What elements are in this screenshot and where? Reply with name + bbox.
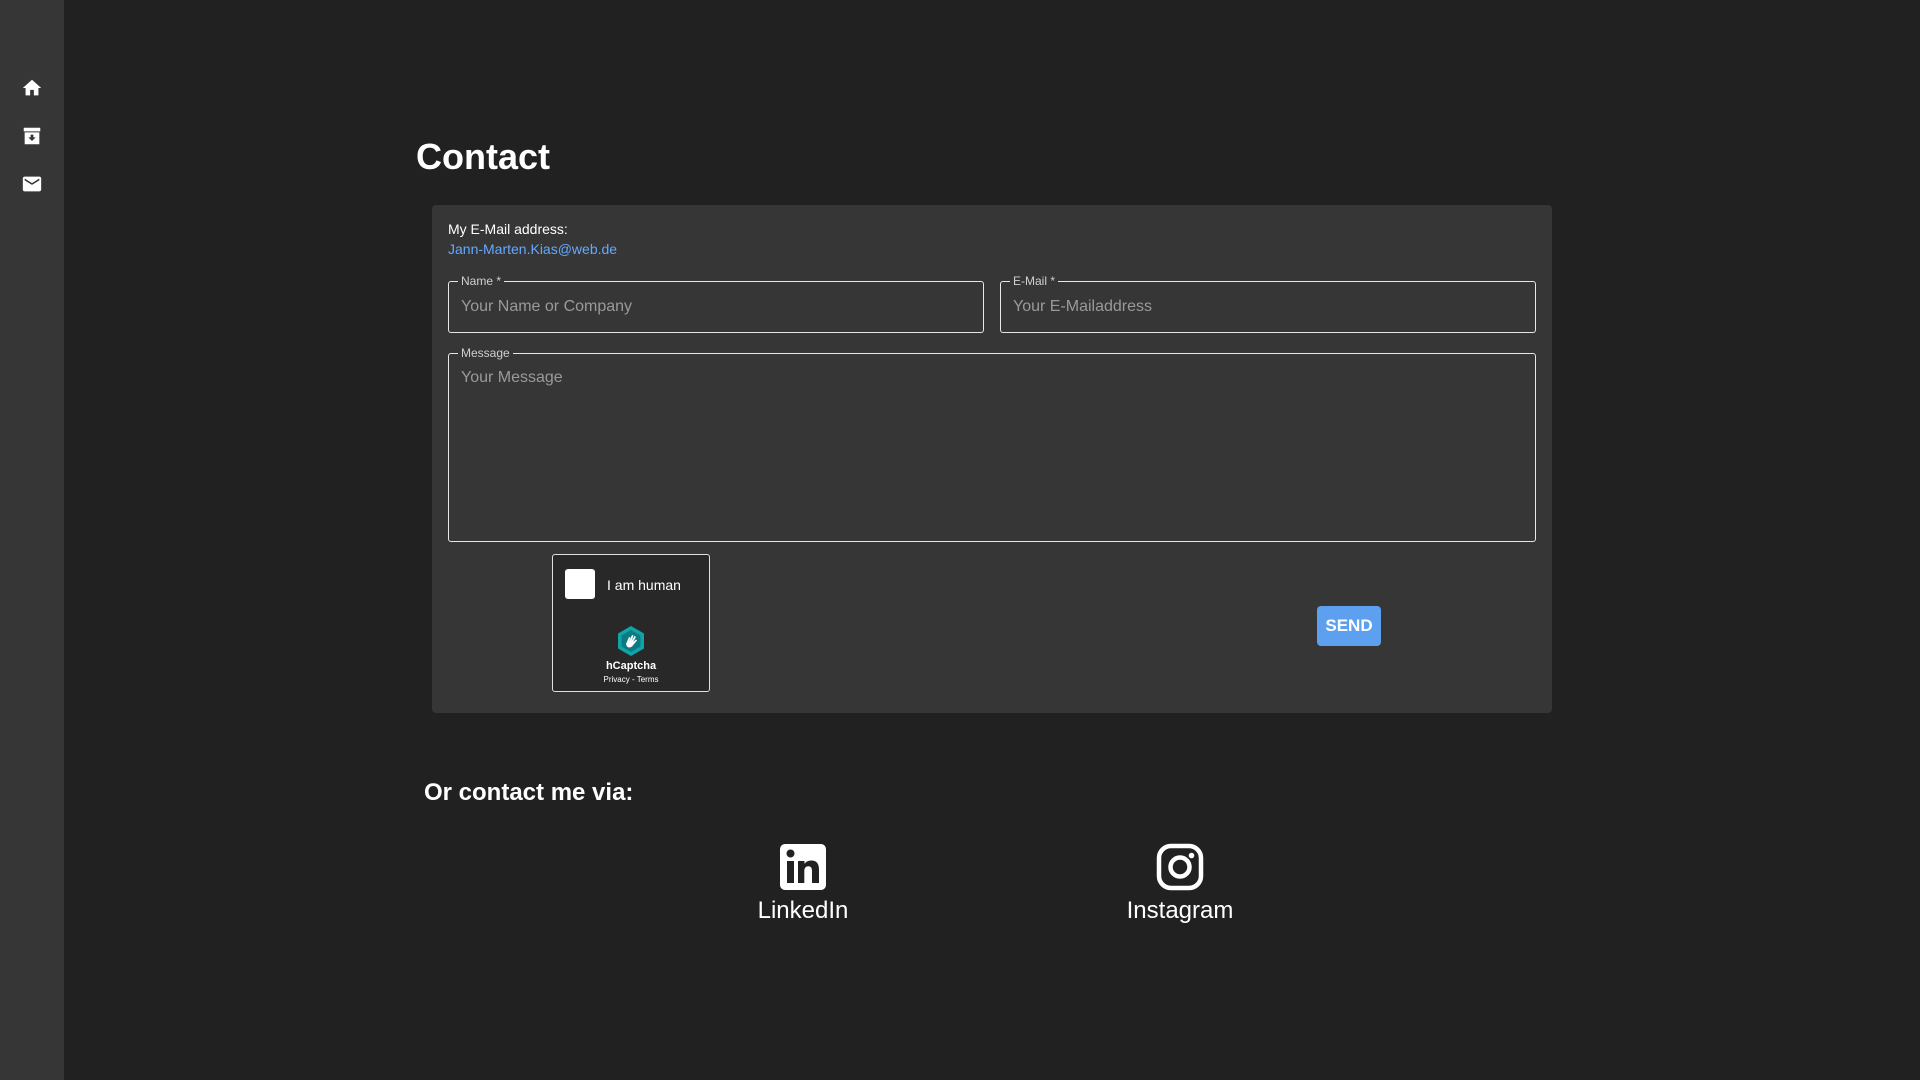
email-input[interactable] — [1013, 287, 1523, 327]
linkedin-icon — [780, 844, 826, 890]
email-field-label: E-Mail * — [1013, 274, 1056, 288]
home-icon[interactable] — [20, 76, 44, 100]
captcha-privacy-link[interactable]: Privacy — [604, 675, 630, 684]
email-address-label: My E-Mail address: — [448, 221, 568, 237]
hcaptcha-logo-icon — [618, 626, 644, 656]
instagram-icon — [1156, 843, 1204, 891]
name-input[interactable] — [461, 287, 971, 327]
linkedin-label: LinkedIn — [757, 897, 849, 924]
instagram-link[interactable]: Instagram — [1119, 843, 1241, 925]
email-field: E-Mail * — [1000, 275, 1536, 333]
send-button[interactable]: SEND — [1317, 606, 1381, 646]
sidebar — [0, 0, 64, 1080]
linkedin-link[interactable]: LinkedIn — [755, 843, 851, 925]
email-address-link[interactable]: Jann-Marten.Kias@web.de — [448, 241, 617, 257]
instagram-label: Instagram — [1126, 897, 1234, 924]
captcha-brand: hCaptcha — [605, 660, 657, 672]
archive-icon[interactable] — [20, 124, 44, 148]
name-field: Name * — [448, 275, 984, 333]
page-title: Contact — [416, 136, 550, 177]
message-field-label: Message — [461, 346, 510, 360]
captcha-links: Privacy - Terms — [553, 675, 709, 684]
alternative-contact-heading: Or contact me via: — [424, 779, 634, 806]
mail-icon[interactable] — [20, 172, 44, 196]
captcha-link-separator: - — [629, 675, 637, 684]
captcha-checkbox[interactable] — [565, 569, 595, 599]
message-field: Message — [448, 347, 1536, 542]
name-field-label: Name * — [461, 274, 502, 288]
captcha-terms-link[interactable]: Terms — [637, 675, 659, 684]
captcha-label: I am human — [607, 577, 681, 593]
hcaptcha-widget: I am human hCaptcha Privacy - Terms — [552, 554, 710, 692]
message-textarea[interactable] — [461, 359, 1523, 529]
contact-form-card: My E-Mail address: Jann-Marten.Kias@web.… — [432, 205, 1552, 713]
